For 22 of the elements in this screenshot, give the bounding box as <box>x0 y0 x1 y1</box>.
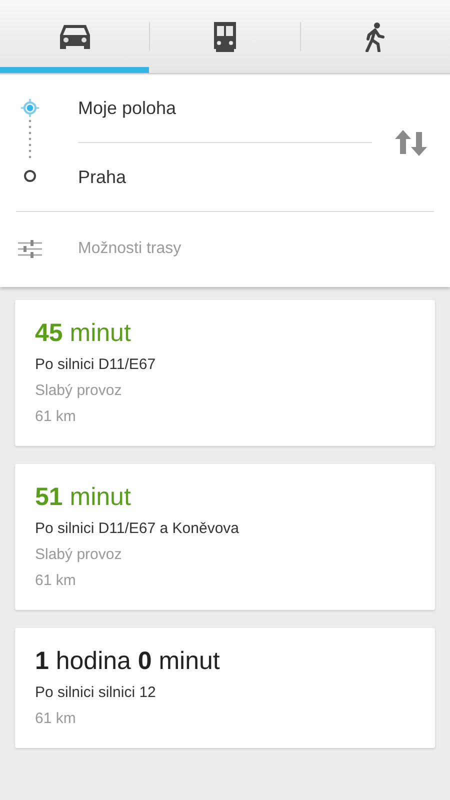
route-card[interactable]: 45 minut Po silnici D11/E67 Slabý provoz 61 km <box>15 300 435 446</box>
sliders-icon <box>18 239 42 259</box>
route-via: Po silnici silnici 12 <box>35 683 157 703</box>
route-distance: 61 km <box>35 709 77 729</box>
destination-circle-icon <box>23 169 37 183</box>
traffic-status: Slabý provoz <box>35 545 123 565</box>
route-distance: 61 km <box>35 571 77 591</box>
route-duration: 51 minut <box>35 482 132 513</box>
car-icon <box>58 22 92 50</box>
route-duration: 1 hodina 0 minut <box>35 646 221 677</box>
route-via: Po silnici D11/E67 a Koněvova <box>35 519 240 539</box>
route-card[interactable]: 1 hodina 0 minut Po silnici silnici 12 61 km <box>15 628 435 748</box>
swap-arrows-icon <box>394 130 428 156</box>
traffic-status: Slabý provoz <box>35 381 123 401</box>
route-via: Po silnici D11/E67 <box>35 355 157 375</box>
origin-field[interactable]: Moje poloha <box>78 75 372 143</box>
destination-field[interactable]: Praha <box>78 143 372 211</box>
route-card[interactable]: 51 minut Po silnici D11/E67 a Koněvova Slabý provoz 61 km <box>15 464 435 610</box>
route-distance: 61 km <box>35 407 77 427</box>
walking-person-icon <box>364 22 386 52</box>
route-duration: 45 minut <box>35 318 132 349</box>
my-location-icon <box>21 99 39 117</box>
